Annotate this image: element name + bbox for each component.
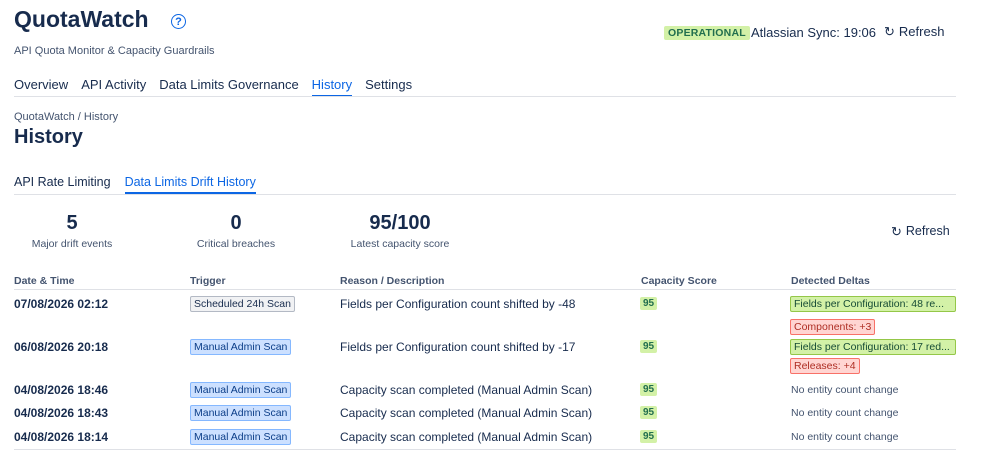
table-header-divider	[14, 289, 956, 290]
refresh-label: Refresh	[905, 224, 950, 238]
trigger-badge: Manual Admin Scan	[190, 429, 292, 445]
delta-badge: Releases: +4	[790, 358, 860, 374]
trigger-badge: Manual Admin Scan	[190, 382, 292, 398]
header-refresh-button[interactable]: ↻ Refresh	[884, 24, 944, 39]
capacity-score-badge: 95	[640, 340, 658, 353]
row-date: 04/08/2026 18:43	[14, 406, 109, 420]
status-badge: OPERATIONAL	[664, 26, 750, 40]
delta-badge: Components: +3	[790, 319, 876, 335]
trigger-badge: Manual Admin Scan	[190, 405, 292, 421]
tab-history[interactable]: History	[311, 77, 353, 97]
delta-badge: Fields per Configuration: 48 re...	[790, 296, 956, 312]
row-date: 06/08/2026 20:18	[14, 340, 109, 354]
capacity-score-badge: 95	[640, 430, 658, 443]
page-title: History	[14, 126, 83, 148]
app-subtitle: API Quota Monitor & Capacity Guardrails	[14, 45, 215, 57]
no-change-text: No entity count change	[791, 384, 899, 396]
refresh-label: Refresh	[898, 24, 945, 39]
sub-tabs-divider	[14, 194, 956, 195]
row-reason: Capacity scan completed (Manual Admin Sc…	[340, 406, 593, 420]
history-sub-tabs: API Rate Limiting Data Limits Drift Hist…	[14, 175, 256, 194]
column-header-date: Date & Time	[14, 275, 75, 287]
row-date: 04/08/2026 18:46	[14, 383, 109, 397]
tab-data-limits-governance[interactable]: Data Limits Governance	[159, 77, 298, 97]
main-nav: Overview API Activity Data Limits Govern…	[14, 77, 412, 97]
row-reason: Fields per Configuration count shifted b…	[340, 297, 576, 311]
stats-refresh-button[interactable]: ↻ Refresh	[891, 224, 950, 238]
column-header-trigger: Trigger	[190, 275, 226, 287]
column-header-capacity-score: Capacity Score	[641, 275, 717, 287]
sync-status: Atlassian Sync: 19:06	[751, 25, 877, 40]
tab-data-limits-drift-history[interactable]: Data Limits Drift History	[124, 175, 256, 194]
capacity-score-badge: 95	[640, 297, 658, 310]
row-date: 04/08/2026 18:14	[14, 430, 109, 444]
row-reason: Capacity scan completed (Manual Admin Sc…	[340, 430, 593, 444]
table-bottom-divider	[14, 449, 956, 450]
stat-label: Latest capacity score	[350, 238, 450, 250]
stat-label: Major drift events	[31, 238, 113, 250]
stat-critical-breaches: 0 Critical breaches	[186, 210, 286, 251]
row-reason: Fields per Configuration count shifted b…	[340, 340, 576, 354]
nav-divider	[14, 96, 956, 97]
app-title: QuotaWatch	[14, 6, 149, 32]
capacity-score-badge: 95	[640, 383, 658, 396]
stat-value: 5	[66, 212, 78, 234]
column-header-reason: Reason / Description	[340, 275, 445, 287]
tab-api-rate-limiting[interactable]: API Rate Limiting	[14, 175, 111, 194]
tab-overview[interactable]: Overview	[14, 77, 68, 97]
row-reason: Capacity scan completed (Manual Admin Sc…	[340, 383, 593, 397]
column-header-detected-deltas: Detected Deltas	[791, 275, 870, 287]
stat-value: 95/100	[369, 212, 431, 234]
breadcrumb: QuotaWatch / History	[14, 111, 119, 123]
help-icon[interactable]: ?	[171, 14, 186, 29]
stat-latest-capacity-score: 95/100 Latest capacity score	[340, 210, 460, 251]
trigger-badge: Scheduled 24h Scan	[190, 296, 295, 312]
stat-value: 0	[230, 212, 242, 234]
refresh-icon: ↻	[884, 24, 895, 39]
no-change-text: No entity count change	[791, 407, 899, 419]
stat-label: Critical breaches	[196, 238, 276, 250]
delta-badge: Fields per Configuration: 17 red...	[790, 339, 956, 355]
trigger-badge: Manual Admin Scan	[190, 339, 292, 355]
row-date: 07/08/2026 02:12	[14, 297, 109, 311]
capacity-score-badge: 95	[640, 406, 658, 419]
tab-api-activity[interactable]: API Activity	[81, 77, 146, 97]
tab-settings[interactable]: Settings	[365, 77, 412, 97]
refresh-icon: ↻	[891, 223, 902, 239]
no-change-text: No entity count change	[791, 431, 899, 443]
stat-major-drift-events: 5 Major drift events	[22, 210, 122, 251]
